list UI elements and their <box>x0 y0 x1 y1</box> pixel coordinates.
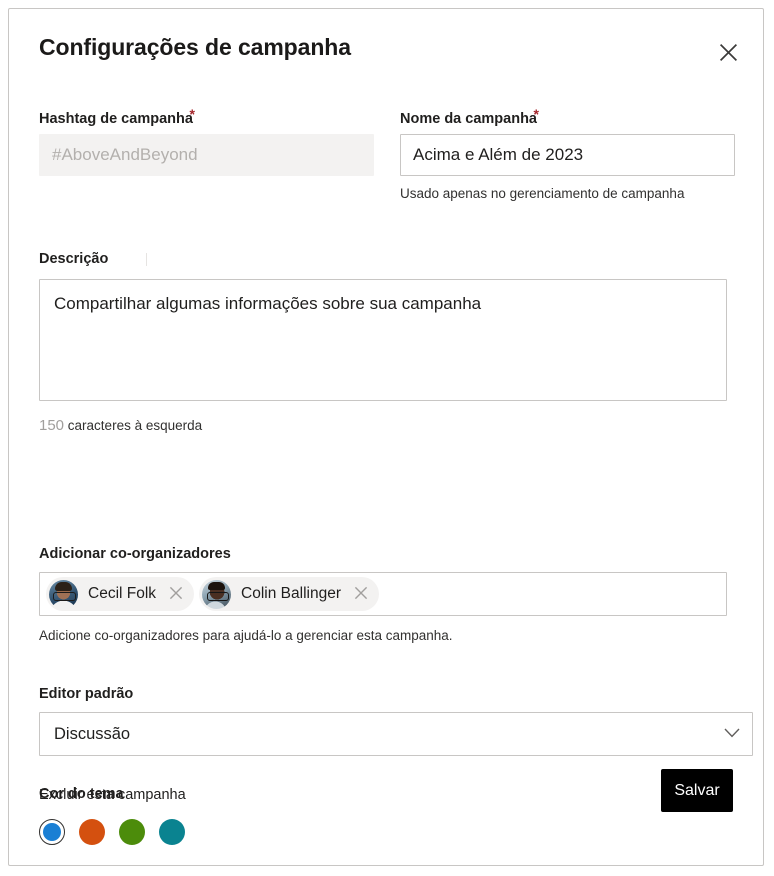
description-label-tick <box>146 252 148 266</box>
description-field-group: Descrição 150 caracteres à esquerda <box>39 248 735 434</box>
default-editor-field-group: Editor padrão Discussão <box>39 685 753 756</box>
hashtag-field-group: Hashtag de campanha * <box>39 106 374 202</box>
coorganizers-picker[interactable]: Cecil Folk Colin Ballinger <box>39 572 727 616</box>
save-button[interactable]: Salvar <box>661 769 733 812</box>
close-icon <box>354 586 368 603</box>
coorganizers-note: Adicione co-organizadores para ajudá-lo … <box>39 628 453 643</box>
list-item[interactable]: Cecil Folk <box>46 577 195 611</box>
close-button[interactable] <box>707 31 749 73</box>
campaign-settings-dialog: Configurações de campanha Hashtag de cam… <box>8 8 764 866</box>
close-icon <box>169 586 183 603</box>
dialog-header: Configurações de campanha <box>9 9 763 87</box>
campaign-name-input[interactable] <box>400 134 735 176</box>
default-editor-dropdown[interactable]: Discussão <box>39 712 753 756</box>
character-counter-number: 150 <box>39 417 65 434</box>
avatar <box>49 579 78 609</box>
character-counter-label: caracteres à esquerda <box>67 418 203 433</box>
description-textarea[interactable] <box>39 279 727 401</box>
hashtag-input[interactable] <box>39 134 374 176</box>
close-icon <box>719 43 738 62</box>
description-label: Descrição <box>39 251 109 267</box>
required-asterisk: * <box>189 106 195 122</box>
campaign-name-note: Usado apenas no gerenciamento de campanh… <box>400 186 685 201</box>
top-fields-row: Hashtag de campanha* Nome da campanha* U… <box>39 106 735 202</box>
character-counter: 150 caracteres à esquerda <box>39 418 735 434</box>
form-body: Hashtag de campanha* Nome da campanha* U… <box>9 87 763 865</box>
delete-campaign-link[interactable]: Excluir esta campanha <box>39 787 186 803</box>
remove-person-button[interactable] <box>162 580 190 608</box>
hashtag-label: Hashtag de campanha * <box>39 106 195 127</box>
chevron-down-icon <box>724 725 740 743</box>
dialog-footer: Excluir esta campanha Salvar <box>9 769 763 865</box>
default-editor-value: Discussão <box>54 724 131 743</box>
person-name: Cecil Folk <box>88 585 157 602</box>
remove-person-button[interactable] <box>347 580 375 608</box>
avatar <box>202 579 232 609</box>
coorganizers-label: Adicionar co-organizadores <box>39 546 231 562</box>
required-asterisk: * <box>533 106 539 122</box>
coorganizers-field-group: Adicionar co-organizadores Cecil Folk Co… <box>39 545 735 644</box>
page-title: Configurações de campanha <box>39 34 351 60</box>
list-item[interactable]: Colin Ballinger <box>199 577 379 611</box>
person-name: Colin Ballinger <box>241 585 341 602</box>
default-editor-label: Editor padrão <box>39 686 134 702</box>
campaign-name-label: Nome da campanha * <box>400 106 539 127</box>
campaign-name-field-group: Nome da campanha* Usado apenas no gerenc… <box>400 106 735 202</box>
